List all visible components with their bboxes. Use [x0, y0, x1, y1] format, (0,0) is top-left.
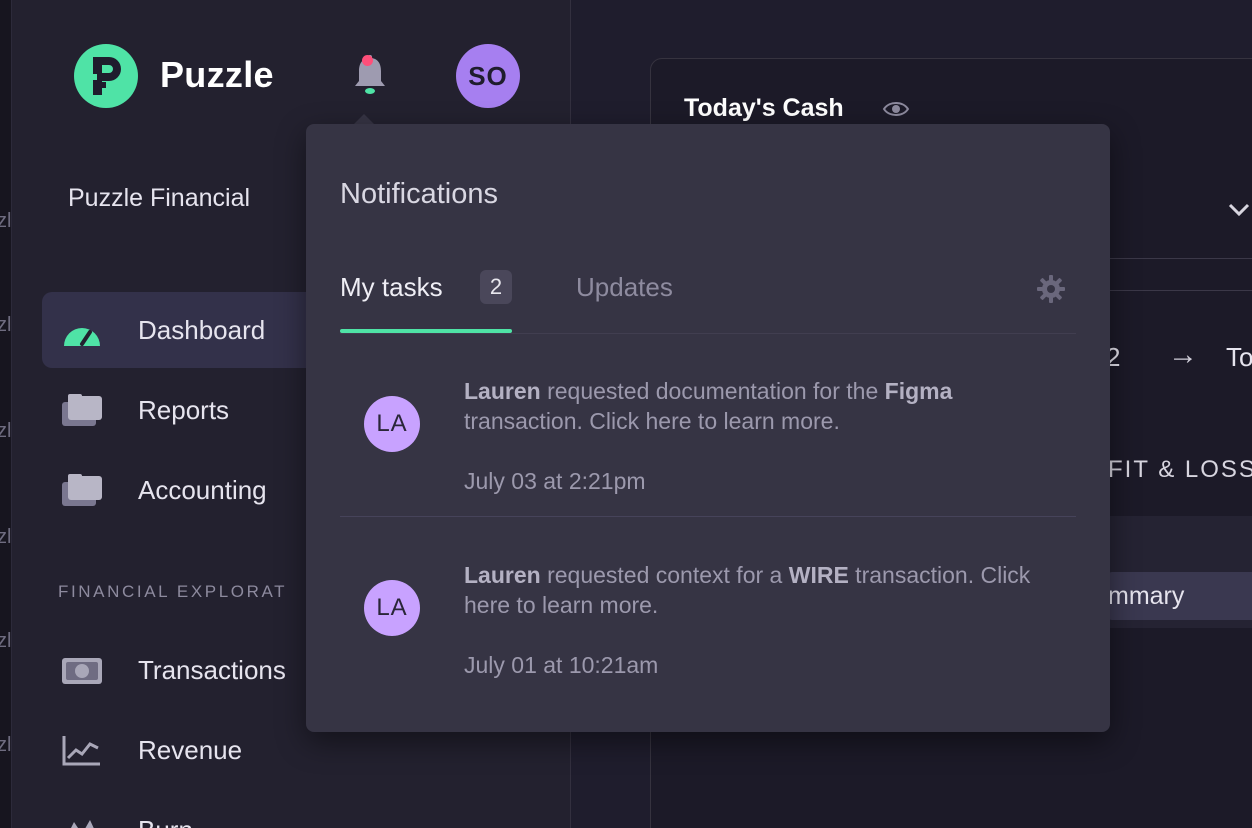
notification-actor: Lauren	[464, 562, 541, 588]
sidebar-item-label: Accounting	[138, 474, 267, 505]
divider	[1105, 258, 1252, 259]
sidebar-item-label: Revenue	[138, 734, 243, 765]
profit-loss-tab-fragment[interactable]: FIT & LOSS	[1108, 456, 1252, 484]
mountain-icon	[71, 820, 94, 828]
avatar: LA	[364, 396, 420, 452]
chevron-down-icon[interactable]	[1226, 196, 1252, 222]
sidebar-item-label: Burn	[138, 815, 193, 828]
organization-name[interactable]: Puzzle Financial	[68, 184, 250, 213]
tab-my-tasks[interactable]: My tasks	[340, 272, 443, 303]
notification-divider	[340, 516, 1076, 517]
sidebar-item-label: Transactions	[138, 654, 286, 685]
notification-alert-dot	[362, 55, 373, 66]
strip-text: zl	[0, 210, 12, 232]
notification-actor: Lauren	[464, 378, 541, 404]
notification-timestamp: July 01 at 10:21am	[464, 652, 659, 678]
strip-text: zl	[0, 734, 12, 756]
notification-subject: WIRE	[788, 562, 849, 588]
tab-updates[interactable]: Updates	[576, 272, 673, 303]
folder-icon	[62, 394, 102, 426]
notification-text: requested context for a	[540, 562, 789, 588]
cash-card-title: Today's Cash	[684, 94, 844, 122]
date-range-end-fragment[interactable]: To	[1226, 342, 1252, 373]
arrow-right-icon: →	[1168, 338, 1198, 371]
notification-subject: Figma	[884, 378, 953, 404]
sidebar-item-dashboard[interactable]: Dashboard	[42, 292, 342, 368]
puzzle-logo-icon[interactable]	[74, 44, 138, 108]
notification-message: Lauren requested context for a WIRE tran…	[464, 560, 1064, 620]
sidebar-item-reports[interactable]: Reports	[42, 372, 342, 448]
avatar: LA	[364, 580, 420, 636]
strip-text: zl	[0, 420, 12, 442]
notification-text: requested documentation for the	[540, 378, 885, 404]
strip-text: zl	[0, 314, 12, 336]
cash-icon	[62, 658, 102, 684]
brand-name: Puzzle	[160, 54, 274, 95]
notification-item[interactable]: LA Lauren requested documentation for th…	[340, 376, 1076, 506]
strip-text: zl	[0, 630, 12, 652]
summary-button-label: mmary	[1108, 582, 1185, 610]
folder-icon	[62, 474, 102, 506]
sidebar-item-accounting[interactable]: Accounting	[42, 452, 342, 528]
divider	[1105, 290, 1252, 291]
chart-line-icon	[62, 736, 100, 766]
notification-item[interactable]: LA Lauren requested context for a WIRE t…	[340, 560, 1076, 690]
sidebar-item-label: Dashboard	[138, 314, 266, 345]
sidebar-item-burn[interactable]: Burn	[42, 792, 342, 828]
sidebar-item-label: Reports	[138, 394, 230, 425]
gear-icon[interactable]	[1036, 274, 1066, 304]
background-window-strip: zl zl zl zl zl zl	[0, 0, 12, 828]
strip-text: zl	[0, 526, 12, 548]
gauge-icon	[64, 328, 100, 346]
notification-text: transaction. Click here to learn more.	[464, 408, 840, 434]
sidebar-item-transactions[interactable]: Transactions	[42, 632, 342, 708]
summary-button[interactable]: mmary	[1108, 572, 1252, 620]
tabs-divider	[340, 333, 1076, 334]
popover-title: Notifications	[340, 178, 498, 210]
section-header-financial-exploration: FINANCIAL EXPLORAT	[58, 582, 288, 601]
user-avatar[interactable]: SO	[456, 44, 520, 108]
notification-timestamp: July 03 at 2:21pm	[464, 468, 646, 494]
tasks-count-badge: 2	[480, 270, 512, 304]
sidebar-item-revenue[interactable]: Revenue	[42, 712, 342, 788]
eye-icon[interactable]	[882, 98, 910, 120]
notification-message: Lauren requested documentation for the F…	[464, 376, 1064, 436]
notifications-popover: Notifications My tasks 2 Updates LA Laur…	[306, 124, 1110, 732]
